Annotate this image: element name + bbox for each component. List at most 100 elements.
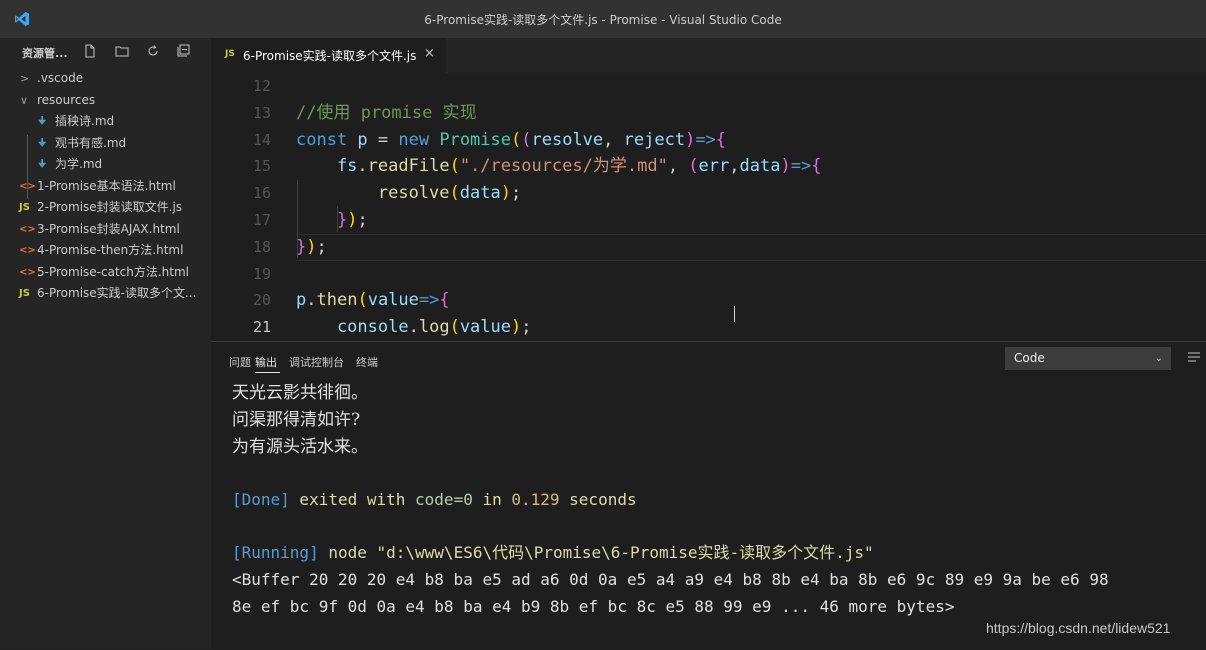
code-text: }); bbox=[296, 234, 327, 261]
code-token: ) bbox=[500, 183, 511, 204]
md-file-icon: 🠋 bbox=[38, 159, 47, 170]
line-number: 16 bbox=[252, 184, 271, 203]
explorer-sidebar: 资源管... > .vscode ∨ resources 🠋 插秧诗.md 🠋 观书有感.md… bbox=[0, 38, 211, 649]
editor-tab-active[interactable]: JS 6-Promise实践-读取多个文件.js × bbox=[211, 38, 446, 73]
tree-item-label: 3-Promise封装AJAX.html bbox=[37, 221, 180, 236]
code-line: 21 console.log(value); bbox=[211, 314, 1206, 338]
code-line: 17 }); bbox=[211, 207, 1206, 234]
output-token: [Done] bbox=[232, 490, 290, 509]
code-text: //使用 promise 实现 bbox=[296, 100, 477, 127]
line-number: 18 bbox=[252, 237, 271, 256]
output-line: <Buffer 20 20 20 e4 b8 ba e5 ad a6 0d 0a… bbox=[232, 567, 1109, 594]
md-file-icon: 🠋 bbox=[38, 116, 47, 127]
code-token: readFile bbox=[367, 156, 450, 177]
output-channel-value: Code bbox=[1014, 351, 1045, 365]
tree-item-html[interactable]: <> 1-Promise基本语法.html bbox=[0, 176, 211, 198]
output-token: 8e ef bc 9f 0d 0a e4 b8 ba e4 b9 8b ef b… bbox=[232, 597, 955, 616]
output-line: [Done] exited with code=0 in 0.129 secon… bbox=[232, 487, 637, 514]
tree-item-label: 1-Promise基本语法.html bbox=[37, 178, 176, 193]
panel-tab[interactable]: 调试控制台 bbox=[289, 354, 344, 370]
chevron-down-icon: ∨ bbox=[20, 93, 29, 107]
output-token: <Buffer 20 20 20 e4 b8 ba e5 ad a6 0d 0a… bbox=[232, 570, 1109, 589]
chevron-down-icon: ⌄ bbox=[1154, 353, 1163, 364]
tree-item-html[interactable]: <> 5-Promise-catch方法.html bbox=[0, 262, 211, 284]
output-token: seconds bbox=[559, 490, 637, 509]
tree-item-label: 2-Promise封装读取文件.js bbox=[37, 200, 183, 214]
output-token: 0.129 bbox=[511, 490, 560, 509]
title-bar: 6-Promise实践-读取多个文件.js - Promise - Visual… bbox=[0, 0, 1206, 38]
list-menu-icon[interactable] bbox=[1187, 350, 1201, 364]
tree-item-html[interactable]: <> 3-Promise封装AJAX.html bbox=[0, 219, 211, 241]
tree-item-js[interactable]: JS 2-Promise封装读取文件.js bbox=[0, 197, 211, 219]
collapse-all-icon[interactable] bbox=[176, 43, 192, 59]
code-line: 12 bbox=[211, 73, 1206, 100]
code-editor[interactable]: 12 13 //使用 promise 实现 14 const p = new Promi… bbox=[211, 73, 1206, 338]
panel-tab[interactable]: 问题 bbox=[229, 354, 251, 370]
close-tab-icon[interactable]: × bbox=[424, 46, 435, 61]
code-text: resolve(data); bbox=[296, 180, 521, 207]
code-text: fs.readFile("./resources/为学.md", (err,da… bbox=[296, 153, 822, 180]
output-token: node "d:\www\ES6\代码\Promise\6-Promise实践-… bbox=[318, 543, 874, 562]
panel-tab[interactable]: 输出 bbox=[255, 354, 277, 370]
md-file-icon: 🠋 bbox=[38, 137, 47, 149]
code-token: , bbox=[667, 156, 689, 177]
output-line: 为有源头活水来。 bbox=[232, 434, 368, 461]
output-token: 天光云影共徘徊。 bbox=[232, 383, 368, 403]
code-token: ) bbox=[685, 129, 696, 150]
new-file-icon[interactable] bbox=[82, 43, 98, 59]
code-text: p.then(value=>{ bbox=[296, 287, 450, 314]
bottom-panel: 问题 输出 调试控制台 终端 Code ⌄ 天光云影共徘徊。 问渠那得清如许? 为有源头活… bbox=[211, 341, 1206, 650]
tree-item-label: .vscode bbox=[37, 71, 84, 85]
tree-item-js[interactable]: JS 6-Promise实践-读取多个文... bbox=[0, 283, 211, 305]
html-file-icon: <> bbox=[19, 245, 36, 256]
code-text: }); bbox=[296, 207, 368, 234]
tree-item-md[interactable]: 🠋 插秧诗.md bbox=[0, 111, 211, 133]
code-token: data bbox=[739, 156, 781, 177]
tree-item-label: 6-Promise实践-读取多个文... bbox=[37, 286, 197, 300]
output-channel-select[interactable]: Code ⌄ bbox=[1005, 347, 1171, 370]
output-line: 8e ef bc 9f 0d 0a e4 b8 ba e4 b9 8b ef b… bbox=[232, 594, 954, 621]
tree-item-label: 插秧诗.md bbox=[55, 114, 115, 128]
line-number: 12 bbox=[252, 77, 271, 95]
code-line: 18}); bbox=[211, 234, 1206, 261]
code-token: . bbox=[357, 156, 368, 177]
js-file-icon: JS bbox=[19, 202, 30, 213]
panel-tab[interactable]: 终端 bbox=[356, 354, 378, 370]
tree-item-html[interactable]: <> 4-Promise-then方法.html bbox=[0, 240, 211, 262]
code-line: 20 p.then(value=>{ bbox=[211, 287, 1206, 314]
code-token: resolve bbox=[296, 183, 450, 204]
code-token: { bbox=[439, 290, 450, 311]
line-number: 20 bbox=[252, 291, 271, 310]
code-token: => bbox=[418, 290, 440, 311]
chevron-right-icon: > bbox=[20, 72, 30, 85]
js-file-icon: JS bbox=[19, 288, 30, 299]
watermark-text: https://blog.csdn.net/lidew521 bbox=[986, 620, 1171, 636]
code-token: then bbox=[316, 290, 358, 311]
output-token: in bbox=[472, 490, 512, 509]
code-token: } bbox=[296, 210, 348, 230]
code-token: err bbox=[698, 156, 730, 177]
output-token: [Running] bbox=[232, 543, 319, 562]
code-token: resolve bbox=[531, 129, 604, 150]
code-token: { bbox=[715, 129, 727, 150]
refresh-icon[interactable] bbox=[145, 43, 161, 59]
code-text: console.log(value); bbox=[296, 314, 532, 338]
code-token: new bbox=[398, 129, 440, 150]
html-file-icon: <> bbox=[19, 266, 36, 278]
new-folder-icon[interactable] bbox=[114, 43, 130, 59]
tree-item-md[interactable]: 🠋 为学.md bbox=[0, 154, 211, 176]
line-number: 21 bbox=[252, 318, 271, 337]
tree-item-folder[interactable]: > .vscode bbox=[0, 68, 211, 90]
editor-group: JS 6-Promise实践-读取多个文件.js × 12 13 //使用 prom… bbox=[211, 38, 1206, 650]
tree-item-folder[interactable]: ∨ resources bbox=[0, 90, 211, 112]
tree-item-md[interactable]: 🠋 观书有感.md bbox=[0, 133, 211, 155]
line-number: 14 bbox=[252, 130, 271, 149]
output-line: [Running] node "d:\www\ES6\代码\Promise\6-… bbox=[232, 540, 874, 567]
code-token: ) bbox=[306, 236, 317, 257]
code-token: console bbox=[296, 317, 409, 338]
tab-label: 6-Promise实践-读取多个文件.js bbox=[243, 49, 417, 63]
code-token: const bbox=[296, 129, 358, 150]
tree-item-label: 观书有感.md bbox=[55, 135, 127, 150]
output-token: exited with bbox=[289, 490, 416, 509]
code-token: "./resources/为学.md" bbox=[459, 156, 668, 177]
